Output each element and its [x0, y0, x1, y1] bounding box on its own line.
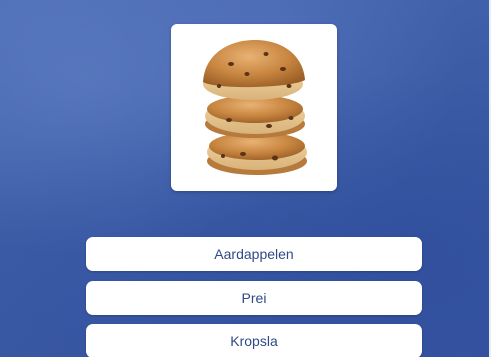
answer-button-2[interactable]: Prei — [86, 281, 422, 315]
answer-label: Kropsla — [230, 333, 278, 349]
quiz-screen: Aardappelen Prei Kropsla — [0, 0, 491, 357]
answer-button-1[interactable]: Aardappelen — [86, 237, 422, 271]
question-image-card — [171, 24, 337, 191]
answer-label: Prei — [241, 290, 267, 306]
answer-label: Aardappelen — [214, 246, 294, 262]
currant-buns-image — [203, 40, 307, 175]
answer-button-3[interactable]: Kropsla — [86, 324, 422, 357]
